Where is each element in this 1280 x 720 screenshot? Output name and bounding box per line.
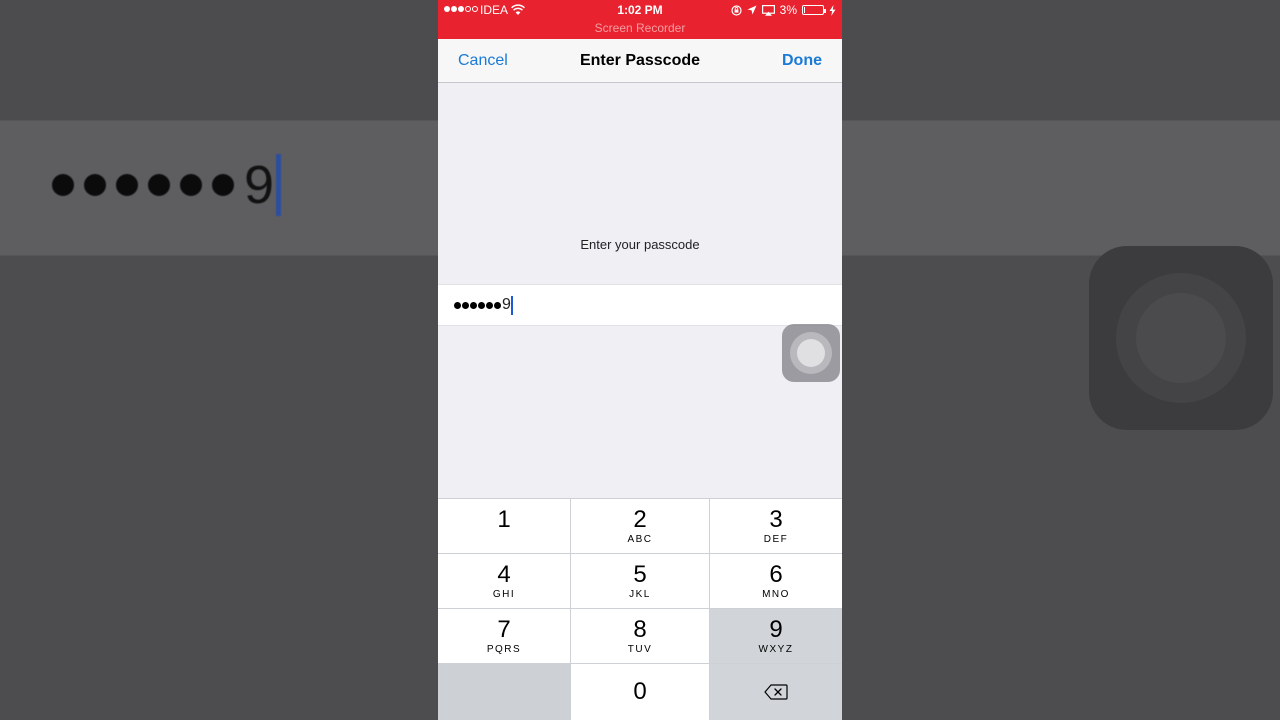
key-letters: ABC [627,533,653,545]
airplay-icon [761,4,775,16]
backspace-icon [764,684,788,700]
battery-icon [802,5,826,15]
screen-recorder-label: Screen Recorder [594,21,686,35]
key-number: 5 [633,560,647,588]
location-arrow-icon [747,5,757,15]
last-typed-digit: 9 [502,296,511,313]
masked-digit-dot [454,301,461,309]
key-number: 3 [769,505,783,533]
key-letters: JKL [629,588,651,600]
passcode-field[interactable]: 9 [438,284,842,326]
key-0[interactable]: 0 [571,664,709,720]
done-button[interactable]: Done [782,52,822,70]
key-number: 0 [633,678,647,705]
key-5[interactable]: 5 JKL [571,554,709,608]
key-9[interactable]: 9 WXYZ [710,609,842,663]
key-letters: TUV [627,643,653,655]
key-4[interactable]: 4 GHI [438,554,570,608]
key-number: 9 [769,615,783,643]
passcode-prompt: Enter your passcode [580,237,700,252]
cancel-button[interactable]: Cancel [458,52,508,70]
phone-screen: IDEA 1:02 PM 3% Screen Recorder Cancel E… [438,0,842,720]
key-letters: WXYZ [758,643,794,655]
key-number: 7 [497,615,511,643]
navigation-bar: Cancel Enter Passcode Done [438,39,842,83]
charging-bolt-icon [829,4,836,16]
assistive-touch-button[interactable] [782,324,840,382]
background-field-band-right [842,120,1280,256]
background-caret [276,154,282,216]
delete-key[interactable] [710,664,842,720]
key-number: 1 [497,505,511,533]
key-number: 8 [633,615,647,643]
text-caret [510,295,513,315]
status-bar: IDEA 1:02 PM 3% Screen Recorder [438,0,842,39]
key-6[interactable]: 6 MNO [710,554,842,608]
masked-digit-dot [478,301,485,309]
key-letters: GHI [492,588,516,600]
masked-digit-dot [486,301,493,309]
background-bottom [0,256,438,720]
key-2[interactable]: 2 ABC [571,499,709,553]
masked-digits [454,301,501,309]
background-top [0,0,438,120]
key-number: 4 [497,560,511,588]
background-passcode-preview: 9 [52,150,282,220]
key-number: 6 [769,560,783,588]
masked-digit-dot [494,301,501,309]
background-top-right [842,0,1280,120]
key-8[interactable]: 8 TUV [571,609,709,663]
key-letters: PQRS [486,643,522,655]
battery-percent: 3% [779,3,797,17]
key-blank [438,664,570,720]
key-1[interactable]: 1 [438,499,570,553]
orientation-lock-icon [731,4,742,16]
masked-digit-dot [470,301,477,309]
background-assistive-touch [1089,246,1273,430]
key-number: 2 [633,505,647,533]
key-letters: DEF [763,533,789,545]
key-letters: MNO [762,588,790,600]
masked-digit-dot [462,301,469,309]
background-last-digit: 9 [244,155,275,215]
key-3[interactable]: 3 DEF [710,499,842,553]
key-7[interactable]: 7 PQRS [438,609,570,663]
numeric-keypad: 1 2 ABC 3 DEF 4 GHI 5 JKL 6 MNO 7 PQRS 8 [438,498,842,720]
